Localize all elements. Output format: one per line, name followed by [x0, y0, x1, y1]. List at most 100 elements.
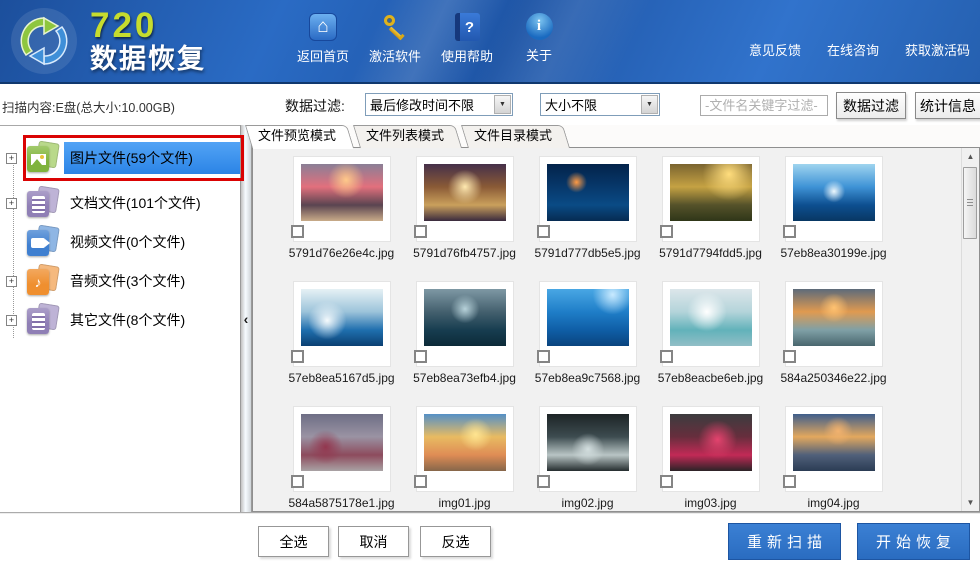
- toolbar-button-about[interactable]: i 关于: [512, 13, 566, 65]
- thumbnail-checkbox[interactable]: [659, 350, 673, 363]
- size-filter-value: 大小不限: [545, 98, 598, 113]
- tab-directory[interactable]: 文件目录模式: [468, 125, 566, 148]
- toolbar-button-activate[interactable]: 激活软件: [368, 13, 422, 65]
- thumbnail-image[interactable]: [423, 289, 506, 346]
- view-mode-tabs: 文件预览模式 文件列表模式 文件目录模式: [252, 125, 980, 149]
- thumbnail-image[interactable]: [669, 289, 752, 346]
- logo-number: 720: [90, 6, 158, 45]
- panel-splitter[interactable]: ‹: [240, 125, 252, 512]
- main-content: 文件预览模式 文件列表模式 文件目录模式 5791d76e26e4c.jpg 579…: [252, 125, 980, 512]
- thumbnail-checkbox[interactable]: [782, 350, 796, 363]
- thumbnail-image[interactable]: [423, 414, 506, 471]
- tree-item-label: 其它文件(8个文件): [70, 312, 186, 328]
- toolbar-button-help[interactable]: ? 使用帮助: [440, 13, 494, 65]
- select-all-button[interactable]: 全选: [258, 526, 329, 557]
- collapse-panel-icon[interactable]: ‹: [244, 311, 249, 327]
- thumbnail-filename: 57eb8ea9c7568.jpg: [534, 371, 641, 385]
- header-link-consult[interactable]: 在线咨询: [827, 40, 879, 59]
- app-header: 720 数据恢复 ⌂ 返回首页 激活软件 ? 使用帮助 i 关于 意见反馈 在线咨…: [0, 0, 980, 84]
- start-recovery-button[interactable]: 开始恢复: [857, 523, 970, 560]
- thumbnail-filename: 5791d7794fdd5.jpg: [659, 246, 762, 260]
- toolbar-button-home[interactable]: ⌂ 返回首页: [296, 13, 350, 65]
- thumbnail-image[interactable]: [300, 414, 383, 471]
- thumbnail-image[interactable]: [792, 164, 875, 221]
- thumbnail-checkbox[interactable]: [290, 225, 304, 238]
- gallery-item: 584a250346e22.jpg: [772, 282, 895, 407]
- help-icon: ?: [454, 13, 480, 41]
- thumbnail-checkbox[interactable]: [413, 475, 427, 488]
- thumbnail-checkbox[interactable]: [290, 350, 304, 363]
- gallery-item: 5791d76e26e4c.jpg: [280, 157, 403, 282]
- sidebar-item-other[interactable]: + 其它文件(8个文件): [0, 301, 240, 339]
- thumbnail-filename: img04.jpg: [807, 496, 860, 510]
- cancel-button[interactable]: 取消: [338, 526, 409, 557]
- tab-preview[interactable]: 文件预览模式: [252, 125, 354, 149]
- size-filter-select[interactable]: 大小不限 ▼: [540, 93, 660, 116]
- tab-list[interactable]: 文件列表模式: [360, 125, 458, 148]
- chevron-down-icon[interactable]: ▼: [494, 95, 511, 114]
- tree-expander-icon[interactable]: +: [6, 197, 17, 209]
- time-filter-select[interactable]: 最后修改时间不限 ▼: [365, 93, 513, 116]
- thumbnail-filename: img01.jpg: [438, 496, 491, 510]
- thumbnail-checkbox[interactable]: [413, 225, 427, 238]
- scroll-up-icon[interactable]: ▲: [963, 149, 978, 164]
- thumbnail-checkbox[interactable]: [659, 475, 673, 488]
- gallery-item: img04.jpg: [772, 407, 895, 511]
- image-files-icon: [24, 140, 60, 174]
- thumbnail-checkbox[interactable]: [413, 350, 427, 363]
- invert-selection-button[interactable]: 反选: [420, 526, 491, 557]
- thumbnail-filename: img02.jpg: [561, 496, 614, 510]
- header-link-activation-code[interactable]: 获取激活码: [905, 40, 970, 59]
- chevron-down-icon[interactable]: ▼: [641, 95, 658, 114]
- tab-label: 文件预览模式: [258, 128, 337, 143]
- thumbnail-image[interactable]: [546, 289, 629, 346]
- gallery-item: img02.jpg: [526, 407, 649, 511]
- app-window: 720 数据恢复 ⌂ 返回首页 激活软件 ? 使用帮助 i 关于 意见反馈 在线咨…: [0, 0, 980, 566]
- tree-expander-icon[interactable]: +: [6, 314, 17, 326]
- thumbnail-checkbox[interactable]: [290, 475, 304, 488]
- sidebar-item-audio[interactable]: + ♪ 音频文件(3个文件): [0, 262, 240, 300]
- apply-filter-button[interactable]: 数据过滤: [836, 92, 906, 119]
- gallery-item: 5791d76fb4757.jpg: [403, 157, 526, 282]
- thumbnail-filename: 5791d76fb4757.jpg: [413, 246, 516, 260]
- thumbnail-checkbox[interactable]: [659, 225, 673, 238]
- header-link-feedback[interactable]: 意见反馈: [749, 40, 801, 59]
- tree-expander-icon[interactable]: +: [6, 275, 17, 287]
- sidebar-item-videos[interactable]: + 视频文件(0个文件): [0, 223, 240, 261]
- scroll-down-icon[interactable]: ▼: [963, 495, 978, 510]
- thumbnail-image[interactable]: [669, 414, 752, 471]
- keyword-filter-input[interactable]: [700, 95, 828, 116]
- thumbnail-image[interactable]: [300, 164, 383, 221]
- thumbnail-checkbox[interactable]: [536, 225, 550, 238]
- thumbnail-filename: 57eb8ea73efb4.jpg: [413, 371, 516, 385]
- vertical-scrollbar[interactable]: ▲ ▼: [961, 148, 979, 511]
- thumbnail-image[interactable]: [669, 164, 752, 221]
- tree-item-label: 文档文件(101个文件): [70, 195, 201, 211]
- thumbnail-checkbox[interactable]: [536, 475, 550, 488]
- header-links: 意见反馈 在线咨询 获取激活码: [749, 40, 970, 59]
- thumbnail-filename: img03.jpg: [684, 496, 737, 510]
- tree-expander-icon[interactable]: +: [6, 152, 17, 164]
- thumbnail-filename: 5791d777db5e5.jpg: [534, 246, 641, 260]
- thumbnail-image[interactable]: [792, 289, 875, 346]
- statistics-button[interactable]: 统计信息: [915, 92, 980, 119]
- gallery-item: 57eb8eacbe6eb.jpg: [649, 282, 772, 407]
- rescan-button[interactable]: 重新扫描: [728, 523, 841, 560]
- sidebar-item-docs[interactable]: + 文档文件(101个文件): [0, 184, 240, 222]
- thumbnail-checkbox[interactable]: [782, 475, 796, 488]
- gallery-item: 57eb8ea9c7568.jpg: [526, 282, 649, 407]
- sidebar-item-images[interactable]: + 图片文件(59个文件): [0, 135, 244, 181]
- tab-label: 文件目录模式: [474, 128, 553, 143]
- thumbnail-image[interactable]: [792, 414, 875, 471]
- gallery-item: 5791d7794fdd5.jpg: [649, 157, 772, 282]
- thumbnail-image[interactable]: [423, 164, 506, 221]
- thumbnail-image[interactable]: [300, 289, 383, 346]
- tab-label: 文件列表模式: [366, 128, 445, 143]
- thumbnail-filename: 584a250346e22.jpg: [780, 371, 887, 385]
- scrollbar-thumb[interactable]: [963, 167, 977, 239]
- header-toolbar: ⌂ 返回首页 激活软件 ? 使用帮助 i 关于: [296, 13, 566, 65]
- thumbnail-checkbox[interactable]: [536, 350, 550, 363]
- thumbnail-image[interactable]: [546, 164, 629, 221]
- thumbnail-image[interactable]: [546, 414, 629, 471]
- thumbnail-checkbox[interactable]: [782, 225, 796, 238]
